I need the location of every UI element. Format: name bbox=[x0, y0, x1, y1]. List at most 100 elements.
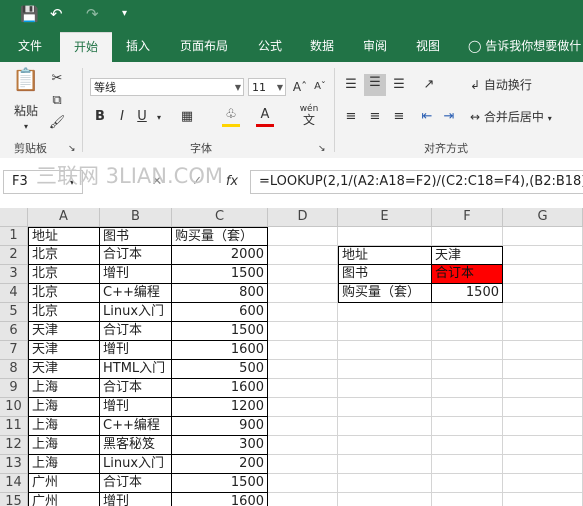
formula-input[interactable]: =LOOKUP(2,1/(A2:A18=F2)/(C2:C18=F4),(B2:… bbox=[250, 170, 583, 194]
table-cell[interactable]: 黑客秘笈 bbox=[100, 436, 172, 455]
table-cell[interactable]: HTML入门 bbox=[100, 360, 172, 379]
column-header[interactable]: B bbox=[100, 208, 172, 227]
cell[interactable] bbox=[268, 474, 338, 493]
cell[interactable] bbox=[503, 227, 583, 246]
cell[interactable] bbox=[338, 398, 432, 417]
table-cell[interactable]: 500 bbox=[172, 360, 268, 379]
cell[interactable] bbox=[338, 417, 432, 436]
cell[interactable] bbox=[503, 398, 583, 417]
italic-button[interactable]: I bbox=[114, 108, 130, 126]
cell[interactable] bbox=[503, 360, 583, 379]
table-cell[interactable]: 上海 bbox=[28, 436, 100, 455]
cell[interactable] bbox=[432, 398, 503, 417]
tab-data[interactable]: 数据 bbox=[310, 30, 334, 62]
table-cell[interactable]: 上海 bbox=[28, 455, 100, 474]
row-header[interactable]: 3 bbox=[0, 265, 28, 284]
cell[interactable] bbox=[268, 379, 338, 398]
row-header[interactable]: 7 bbox=[0, 341, 28, 360]
row-header[interactable]: 9 bbox=[0, 379, 28, 398]
cell[interactable] bbox=[432, 474, 503, 493]
align-right-icon[interactable]: ≡ bbox=[390, 108, 408, 126]
row-header[interactable]: 6 bbox=[0, 322, 28, 341]
row-header[interactable]: 2 bbox=[0, 246, 28, 265]
table-cell[interactable]: 北京 bbox=[28, 246, 100, 265]
cell[interactable] bbox=[268, 303, 338, 322]
underline-button[interactable]: U bbox=[134, 108, 150, 126]
cell[interactable] bbox=[432, 303, 503, 322]
row-header[interactable]: 10 bbox=[0, 398, 28, 417]
select-all-corner[interactable] bbox=[0, 208, 28, 227]
cell[interactable] bbox=[432, 341, 503, 360]
borders-icon[interactable]: ▦ bbox=[178, 108, 196, 126]
row-header[interactable]: 11 bbox=[0, 417, 28, 436]
table-cell[interactable]: 北京 bbox=[28, 265, 100, 284]
table-cell[interactable]: C++编程 bbox=[100, 284, 172, 303]
cell[interactable] bbox=[432, 493, 503, 506]
cell[interactable] bbox=[432, 436, 503, 455]
decrease-indent-icon[interactable]: ⇤ bbox=[418, 108, 436, 126]
cell[interactable] bbox=[432, 417, 503, 436]
cell[interactable] bbox=[268, 322, 338, 341]
cell[interactable] bbox=[503, 417, 583, 436]
tab-file[interactable]: 文件 bbox=[18, 30, 42, 62]
row-header[interactable]: 1 bbox=[0, 227, 28, 246]
table-cell[interactable]: 上海 bbox=[28, 379, 100, 398]
phonetic-guide-icon[interactable]: wén 文 bbox=[298, 104, 320, 128]
table-cell[interactable]: 增刊 bbox=[100, 265, 172, 284]
lookup-label-cell[interactable]: 地址 bbox=[338, 246, 432, 265]
insert-function-button[interactable]: fx bbox=[222, 173, 242, 191]
table-cell[interactable]: 1500 bbox=[172, 265, 268, 284]
cell[interactable] bbox=[338, 341, 432, 360]
table-cell[interactable]: 1500 bbox=[172, 474, 268, 493]
table-cell[interactable]: 天津 bbox=[28, 322, 100, 341]
table-cell[interactable]: 天津 bbox=[28, 341, 100, 360]
table-header-cell[interactable]: 地址 bbox=[28, 227, 100, 246]
cut-icon[interactable]: ✂ bbox=[48, 70, 66, 88]
align-center-icon[interactable]: ≡ bbox=[366, 108, 384, 126]
cell[interactable] bbox=[268, 436, 338, 455]
column-header[interactable]: F bbox=[432, 208, 503, 227]
clipboard-launcher-icon[interactable]: ↘ bbox=[68, 140, 76, 158]
decrease-font-icon[interactable]: Aˇ bbox=[312, 78, 328, 96]
row-header[interactable]: 13 bbox=[0, 455, 28, 474]
tab-insert[interactable]: 插入 bbox=[126, 30, 150, 62]
table-cell[interactable]: Linux入门 bbox=[100, 303, 172, 322]
cell[interactable] bbox=[268, 246, 338, 265]
cell[interactable] bbox=[503, 474, 583, 493]
table-cell[interactable]: 200 bbox=[172, 455, 268, 474]
table-header-cell[interactable]: 图书 bbox=[100, 227, 172, 246]
table-cell[interactable]: 300 bbox=[172, 436, 268, 455]
table-cell[interactable]: 北京 bbox=[28, 284, 100, 303]
paste-dropdown-icon[interactable]: ▾ bbox=[20, 118, 32, 136]
table-cell[interactable]: 上海 bbox=[28, 417, 100, 436]
cell[interactable] bbox=[432, 322, 503, 341]
cell[interactable] bbox=[268, 265, 338, 284]
row-header[interactable]: 14 bbox=[0, 474, 28, 493]
cell[interactable] bbox=[432, 227, 503, 246]
align-bottom-icon[interactable]: ☰ bbox=[390, 76, 408, 94]
cell[interactable] bbox=[268, 493, 338, 506]
cell[interactable] bbox=[338, 360, 432, 379]
cell[interactable] bbox=[268, 284, 338, 303]
cell[interactable] bbox=[268, 398, 338, 417]
result-cell[interactable]: 合订本 bbox=[432, 265, 503, 284]
cell[interactable] bbox=[338, 474, 432, 493]
lookup-value-cell[interactable]: 天津 bbox=[432, 246, 503, 265]
lookup-label-cell[interactable]: 购买量（套） bbox=[338, 284, 432, 303]
table-cell[interactable]: 1500 bbox=[172, 322, 268, 341]
chevron-down-icon[interactable]: ▾ bbox=[122, 4, 127, 24]
cell[interactable] bbox=[268, 341, 338, 360]
orientation-icon[interactable]: ↗ bbox=[418, 76, 440, 94]
redo-icon[interactable]: ↷ bbox=[86, 4, 99, 24]
cell[interactable] bbox=[268, 455, 338, 474]
cell[interactable] bbox=[338, 455, 432, 474]
cell[interactable] bbox=[338, 379, 432, 398]
table-cell[interactable]: 增刊 bbox=[100, 493, 172, 506]
cell[interactable] bbox=[338, 303, 432, 322]
cell[interactable] bbox=[338, 436, 432, 455]
tab-formulas[interactable]: 公式 bbox=[258, 30, 282, 62]
row-header[interactable]: 8 bbox=[0, 360, 28, 379]
tab-view[interactable]: 视图 bbox=[416, 30, 440, 62]
table-cell[interactable]: 天津 bbox=[28, 360, 100, 379]
wrap-text-button[interactable]: ↲ 自动换行 bbox=[470, 76, 560, 94]
